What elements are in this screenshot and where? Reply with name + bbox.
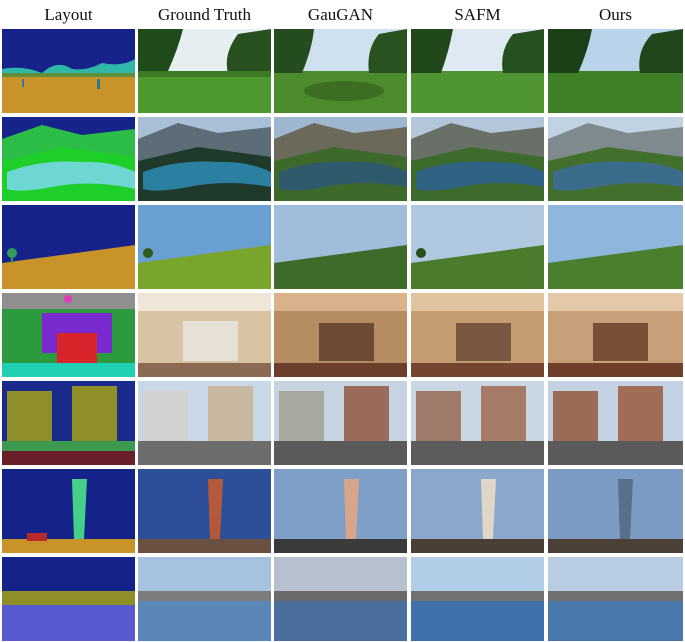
layout-map-park: [2, 29, 135, 113]
image-grid: [2, 29, 685, 641]
photo-ours-park: [548, 29, 683, 113]
column-header-bar: Layout Ground Truth GauGAN SAFM Ours: [0, 0, 685, 28]
layout-map-tower: [2, 469, 135, 553]
photo-ground-truth-tower: [138, 469, 271, 553]
photo-ground-truth-mountain-lake: [138, 117, 271, 201]
photo-safm-grassy-hill: [411, 205, 544, 289]
photo-gaugan-houses: [274, 381, 407, 465]
photo-safm-bedroom: [411, 293, 544, 377]
photo-ground-truth-grassy-hill: [138, 205, 271, 289]
photo-gaugan-mountain-lake: [274, 117, 407, 201]
photo-gaugan-tower: [274, 469, 407, 553]
photo-safm-park: [411, 29, 544, 113]
photo-gaugan-harbor: [274, 557, 407, 641]
photo-safm-harbor: [411, 557, 544, 641]
photo-ours-harbor: [548, 557, 683, 641]
layout-map-grassy-hill: [2, 205, 135, 289]
photo-gaugan-park: [274, 29, 407, 113]
photo-ground-truth-houses: [138, 381, 271, 465]
photo-safm-tower: [411, 469, 544, 553]
column-title-layout: Layout: [44, 5, 93, 24]
photo-ours-bedroom: [548, 293, 683, 377]
photo-ours-mountain-lake: [548, 117, 683, 201]
photo-gaugan-bedroom: [274, 293, 407, 377]
column-title-gaugan: GauGAN: [307, 5, 374, 24]
photo-ground-truth-harbor: [138, 557, 271, 641]
column-title-ours: Ours: [598, 5, 633, 24]
layout-map-bedroom: [2, 293, 135, 377]
photo-safm-mountain-lake: [411, 117, 544, 201]
column-title-ground-truth: Ground Truth: [157, 5, 252, 24]
photo-ground-truth-bedroom: [138, 293, 271, 377]
layout-map-harbor: [2, 557, 135, 641]
photo-ours-grassy-hill: [548, 205, 683, 289]
photo-ours-tower: [548, 469, 683, 553]
column-title-safm: SAFM: [454, 5, 501, 24]
photo-ours-houses: [548, 381, 683, 465]
photo-gaugan-grassy-hill: [274, 205, 407, 289]
photo-ground-truth-park: [138, 29, 271, 113]
layout-map-houses: [2, 381, 135, 465]
photo-safm-houses: [411, 381, 544, 465]
layout-map-mountain-lake: [2, 117, 135, 201]
